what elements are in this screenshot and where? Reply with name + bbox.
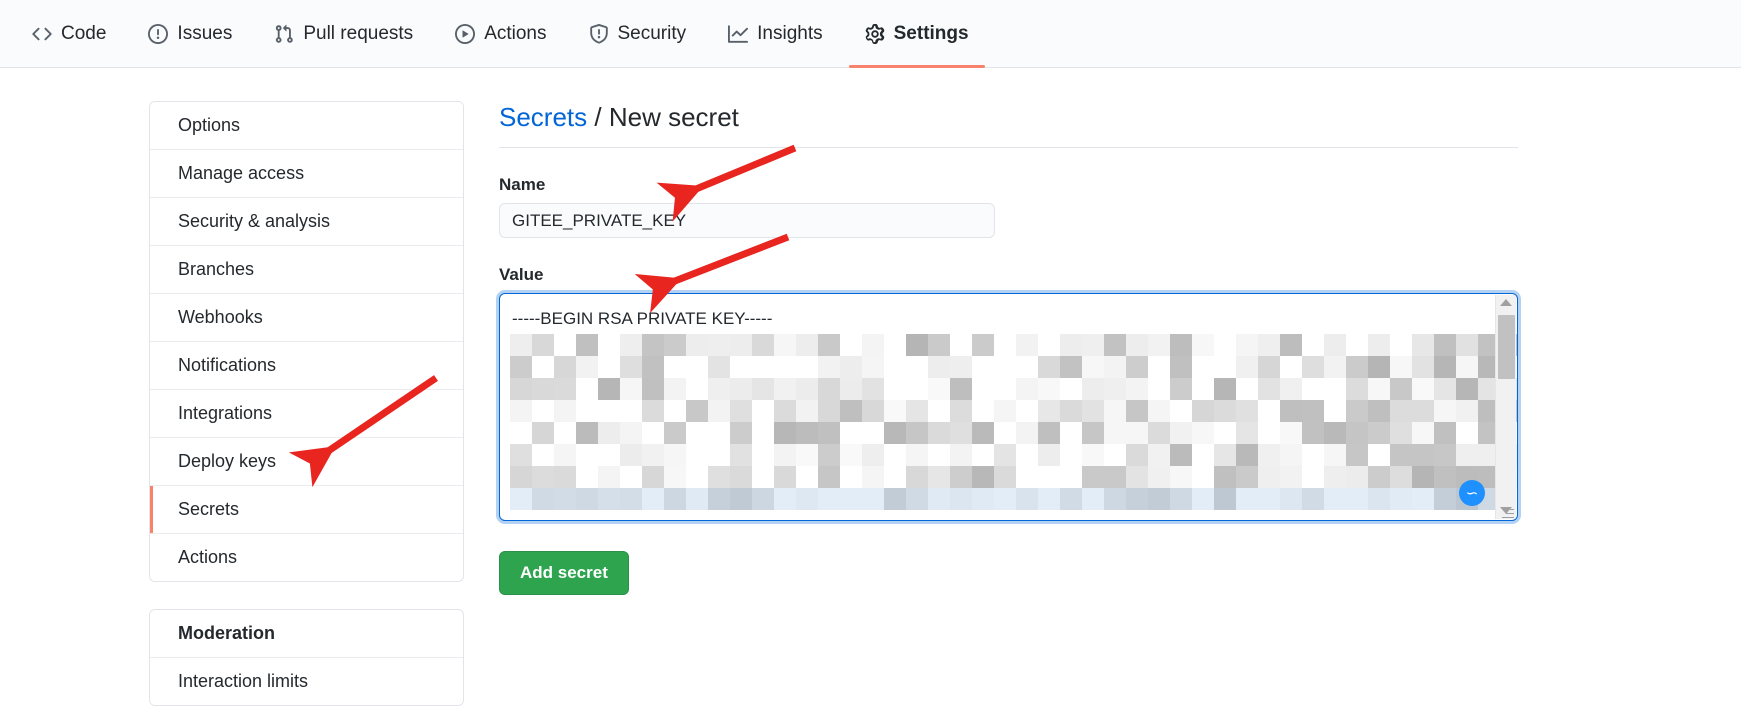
sidebar-item-secrets[interactable]: Secrets [150, 486, 463, 534]
breadcrumb-secrets-link[interactable]: Secrets [499, 102, 587, 132]
breadcrumb-separator: / [594, 102, 602, 132]
tab-insights[interactable]: Insights [722, 0, 828, 68]
resize-handle[interactable] [1502, 506, 1514, 518]
name-field-label: Name [499, 175, 546, 194]
sidebar-item-manage-access[interactable]: Manage access [150, 150, 463, 198]
sidebar-item-label: Interaction limits [178, 671, 309, 691]
graph-icon [728, 24, 749, 44]
sidebar-item-label: Options [178, 115, 241, 135]
git-pull-request-icon [274, 24, 294, 44]
name-input[interactable] [499, 203, 995, 238]
sidebar-item-label: Secrets [178, 499, 240, 519]
code-icon [32, 24, 52, 44]
tab-actions-label: Actions [484, 23, 547, 44]
sidebar-item-label: Branches [178, 259, 255, 279]
tab-code-label: Code [61, 23, 107, 44]
breadcrumb-current: New secret [608, 102, 739, 132]
add-secret-button[interactable]: Add secret [499, 551, 629, 595]
wave-icon[interactable]: ∽ [1459, 480, 1485, 506]
sidebar-item-actions[interactable]: Actions [150, 534, 463, 581]
settings-menu-moderation: Moderation Interaction limits [149, 609, 464, 706]
sidebar-heading-label: Moderation [178, 623, 275, 643]
issue-opened-icon [148, 24, 169, 44]
sidebar-item-interaction-limits[interactable]: Interaction limits [150, 658, 463, 705]
settings-sidebar: Options Manage access Security & analysi… [149, 101, 464, 706]
tab-issues[interactable]: Issues [142, 0, 238, 68]
sidebar-item-label: Security & analysis [178, 211, 331, 231]
value-textarea[interactable]: -----BEGIN RSA PRIVATE KEY----- ∽ [499, 293, 1518, 521]
sidebar-item-label: Actions [178, 547, 238, 567]
tab-security-label: Security [617, 23, 687, 44]
repo-nav-items: Code Issues Pull requests Actions Securi [0, 0, 1741, 68]
sidebar-item-deploy-keys[interactable]: Deploy keys [150, 438, 463, 486]
sidebar-item-options[interactable]: Options [150, 102, 463, 150]
tab-pull-requests[interactable]: Pull requests [268, 0, 419, 68]
tab-settings-label: Settings [893, 23, 969, 44]
tab-actions[interactable]: Actions [449, 0, 552, 68]
sidebar-item-webhooks[interactable]: Webhooks [150, 294, 463, 342]
sidebar-heading-moderation: Moderation [150, 610, 463, 658]
gear-icon [865, 24, 885, 44]
sidebar-item-security-analysis[interactable]: Security & analysis [150, 198, 463, 246]
sidebar-item-label: Notifications [178, 355, 277, 375]
value-textarea-scrollbar[interactable] [1495, 295, 1516, 519]
sidebar-item-label: Deploy keys [178, 451, 277, 471]
sidebar-item-integrations[interactable]: Integrations [150, 390, 463, 438]
sidebar-item-label: Manage access [178, 163, 305, 183]
sidebar-item-notifications[interactable]: Notifications [150, 342, 463, 390]
redacted-key-body [510, 334, 1517, 519]
sidebar-item-label: Integrations [178, 403, 273, 423]
breadcrumb: Secrets / New secret [499, 101, 1518, 148]
value-field-label: Value [499, 265, 544, 284]
sidebar-item-label: Webhooks [178, 307, 263, 327]
scrollbar-thumb[interactable] [1498, 315, 1515, 379]
tab-issues-label: Issues [177, 23, 233, 44]
repo-nav-bar: Code Issues Pull requests Actions Securi [0, 0, 1741, 68]
tab-code[interactable]: Code [26, 0, 112, 68]
settings-page: Options Manage access Security & analysi… [0, 68, 1741, 724]
sidebar-item-branches[interactable]: Branches [150, 246, 463, 294]
tab-insights-label: Insights [757, 23, 823, 44]
settings-menu-primary: Options Manage access Security & analysi… [149, 101, 464, 582]
tab-settings[interactable]: Settings [848, 0, 985, 68]
tab-security[interactable]: Security [583, 0, 693, 68]
triangle-up-icon[interactable] [1500, 299, 1512, 306]
play-icon [455, 24, 476, 44]
tab-pull-requests-label: Pull requests [303, 23, 414, 44]
new-secret-form: Secrets / New secret Name Value -----BEG… [499, 101, 1518, 595]
shield-icon [589, 24, 609, 44]
